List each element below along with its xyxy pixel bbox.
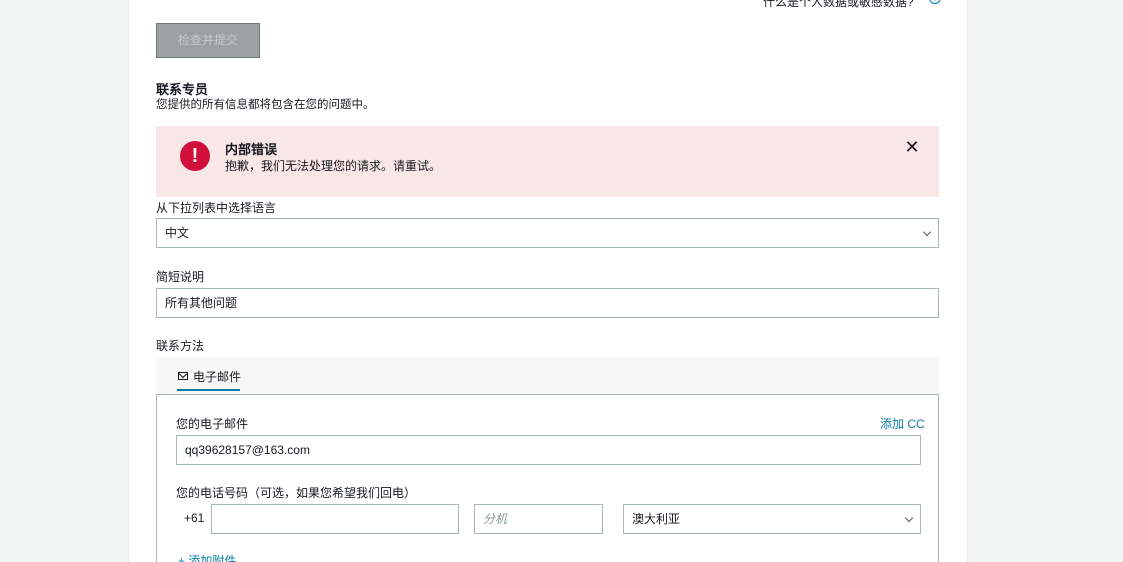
error-alert: ! 内部错误 抱歉，我们无法处理您的请求。请重试。 ✕	[156, 126, 939, 197]
email-field[interactable]: qq39628157@163.com	[176, 435, 921, 465]
language-value: 中文	[165, 226, 190, 240]
alert-title: 内部错误	[225, 142, 278, 157]
tab-email-label: 电子邮件	[193, 370, 242, 384]
error-icon: !	[180, 141, 210, 171]
main-panel: 什么是个人数据或敏感数据? i 检查并提交 联系专员 您提供的所有信息都将包含在…	[128, 0, 968, 562]
chevron-down-icon	[922, 227, 932, 237]
country-value: 澳大利亚	[632, 512, 681, 526]
info-icon[interactable]: i	[929, 0, 941, 4]
language-select[interactable]: 中文	[156, 218, 939, 248]
review-submit-button[interactable]: 检查并提交	[156, 23, 260, 58]
extension-placeholder: 分机	[483, 512, 508, 526]
email-label: 您的电子邮件	[176, 417, 249, 431]
language-label: 从下拉列表中选择语言	[156, 201, 277, 215]
alert-message: 抱歉，我们无法处理您的请求。请重试。	[225, 159, 442, 173]
contact-method-label: 联系方法	[156, 339, 205, 353]
tab-email[interactable]: 电子邮件	[178, 368, 241, 385]
phone-extension-input[interactable]: 分机	[474, 504, 603, 534]
short-desc-value: 所有其他问题	[165, 296, 238, 310]
country-code: +61	[184, 511, 205, 525]
add-cc-link[interactable]: 添加 CC	[880, 415, 925, 432]
section-description: 您提供的所有信息都将包含在您的问题中。	[156, 99, 375, 111]
short-desc-input[interactable]: 所有其他问题	[156, 288, 939, 318]
add-attachment-link[interactable]: + 添加附件	[178, 552, 236, 562]
country-select[interactable]: 澳大利亚	[623, 504, 921, 534]
personal-data-link[interactable]: 什么是个人数据或敏感数据?	[763, 0, 914, 10]
close-icon[interactable]: ✕	[904, 138, 920, 156]
phone-number-input[interactable]	[211, 504, 459, 534]
short-desc-label: 简短说明	[156, 270, 205, 284]
email-value: qq39628157@163.com	[185, 443, 310, 457]
plus-icon: +	[178, 554, 189, 562]
active-tab-indicator	[177, 389, 240, 391]
phone-label: 您的电话号码（可选，如果您希望我们回电）	[176, 486, 417, 500]
mail-icon	[178, 372, 188, 380]
email-tab-body: 您的电子邮件 添加 CC qq39628157@163.com 您的电话号码（可…	[156, 395, 939, 562]
add-attachment-label: 添加附件	[188, 554, 237, 562]
contact-method-tabs: 电子邮件	[156, 357, 939, 395]
chevron-down-icon	[904, 513, 914, 523]
